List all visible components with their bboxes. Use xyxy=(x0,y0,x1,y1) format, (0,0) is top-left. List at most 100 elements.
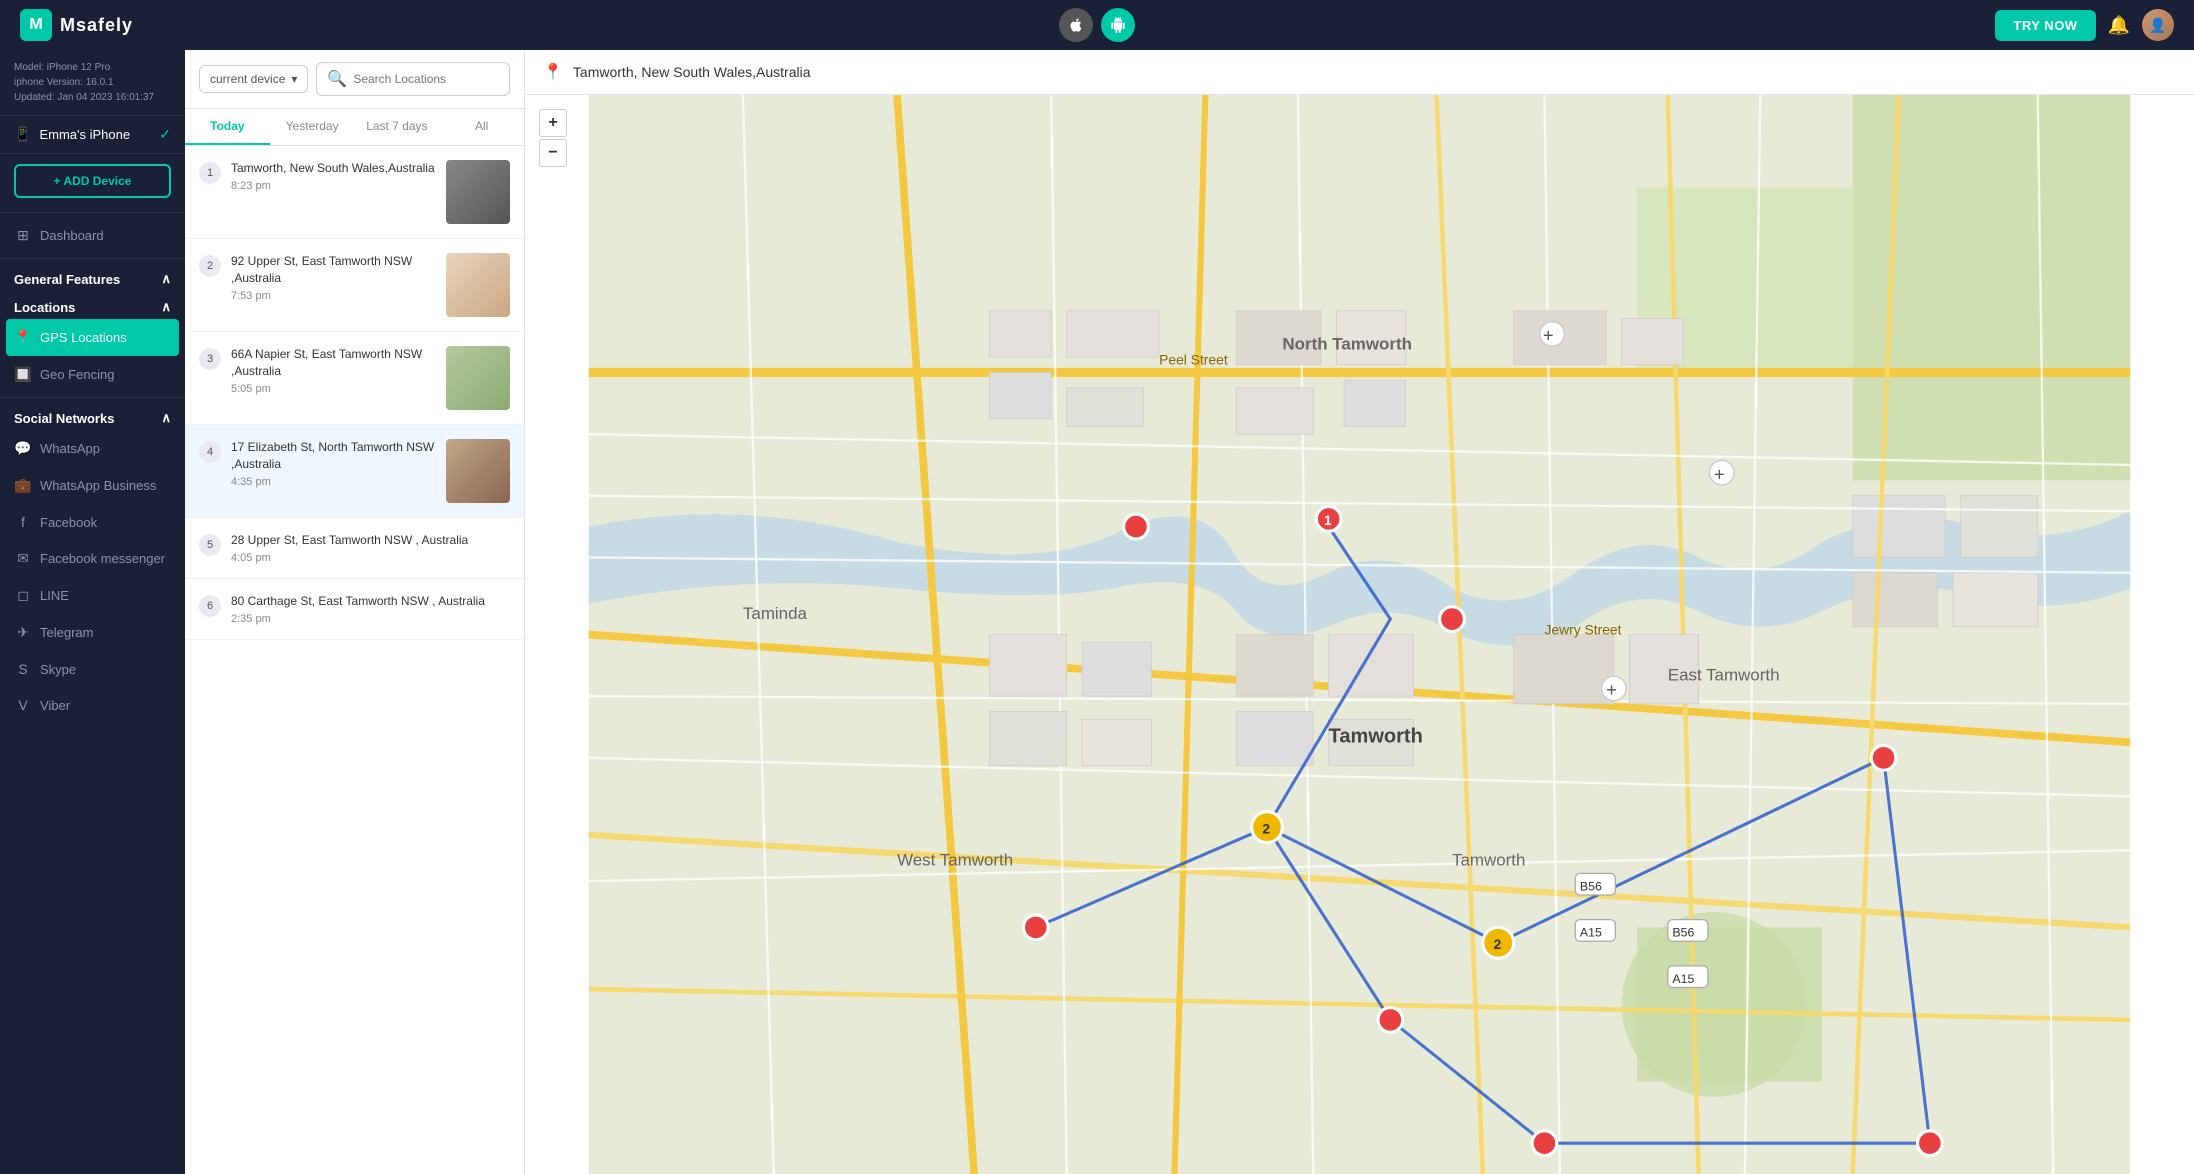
search-input-wrap[interactable]: 🔍 xyxy=(316,62,510,96)
sidebar-item-geo-fencing[interactable]: 🔲 Geo Fencing xyxy=(0,356,185,393)
svg-text:Taminda: Taminda xyxy=(743,604,808,623)
tab-all[interactable]: All xyxy=(439,109,524,145)
locations-category[interactable]: Locations ∧ xyxy=(0,291,185,319)
location-number: 6 xyxy=(199,595,221,617)
social-networks-chevron: ∧ xyxy=(161,410,171,426)
sidebar-item-viber[interactable]: V Viber xyxy=(0,687,185,723)
telegram-left: ✈ Telegram xyxy=(14,624,93,641)
navbar-right: TRY NOW 🔔 👤 xyxy=(1995,9,2174,41)
locations-label: Locations xyxy=(14,300,75,315)
android-platform-button[interactable] xyxy=(1101,8,1135,42)
location-item[interactable]: 1 Tamworth, New South Wales,Australia 8:… xyxy=(185,146,524,239)
tab-last7days[interactable]: Last 7 days xyxy=(355,109,440,145)
map-location-text: Tamworth, New South Wales,Australia xyxy=(573,64,811,80)
geo-fencing-left: 🔲 Geo Fencing xyxy=(14,366,114,383)
location-item[interactable]: 2 92 Upper St, East Tamworth NSW ,Austra… xyxy=(185,239,524,332)
location-number: 1 xyxy=(199,162,221,184)
whatsapp-business-label: WhatsApp Business xyxy=(40,478,156,493)
sidebar-item-left: ⊞ Dashboard xyxy=(14,227,104,244)
try-now-button[interactable]: TRY NOW xyxy=(1995,10,2095,41)
location-time: 5:05 pm xyxy=(231,383,436,395)
location-address: 66A Napier St, East Tamworth NSW ,Austra… xyxy=(231,346,436,380)
facebook-left: f Facebook xyxy=(14,514,97,530)
map-svg: North Tamworth Tamworth West Tamworth Ea… xyxy=(525,95,2194,1174)
ios-platform-button[interactable] xyxy=(1059,8,1093,42)
viber-label: Viber xyxy=(40,698,70,713)
divider-3 xyxy=(0,397,185,398)
location-address: 92 Upper St, East Tamworth NSW ,Australi… xyxy=(231,253,436,287)
facebook-icon: f xyxy=(14,514,32,530)
whatsapp-business-left: 💼 WhatsApp Business xyxy=(14,477,156,494)
svg-text:North Tamworth: North Tamworth xyxy=(1282,334,1412,353)
sidebar-item-whatsapp-business[interactable]: 💼 WhatsApp Business xyxy=(0,467,185,504)
sidebar-item-facebook-messenger[interactable]: ✉ Facebook messenger xyxy=(0,540,185,577)
gps-locations-left: 📍 GPS Locations xyxy=(14,329,127,346)
map-container[interactable]: North Tamworth Tamworth West Tamworth Ea… xyxy=(525,95,2194,1174)
location-list: 1 Tamworth, New South Wales,Australia 8:… xyxy=(185,146,524,1174)
whatsapp-left: 💬 WhatsApp xyxy=(14,440,100,457)
map-pin-icon: 📍 xyxy=(543,62,563,82)
sidebar-item-dashboard[interactable]: ⊞ Dashboard xyxy=(0,217,185,254)
device-version: iphone Version: 16.0.1 xyxy=(14,75,171,90)
search-icon: 🔍 xyxy=(327,69,347,89)
avatar[interactable]: 👤 xyxy=(2142,9,2174,41)
svg-text:+: + xyxy=(1606,679,1617,700)
content-area: current device ▾ 🔍 Today Yesterday Last … xyxy=(185,50,2194,1174)
general-features-label: General Features xyxy=(14,272,120,287)
location-details: 80 Carthage St, East Tamworth NSW , Aust… xyxy=(231,593,510,625)
sidebar-item-gps-locations[interactable]: 📍 GPS Locations xyxy=(6,319,179,356)
sidebar-item-skype[interactable]: S Skype xyxy=(0,651,185,687)
svg-text:Tamworth: Tamworth xyxy=(1452,851,1525,870)
sidebar-item-telegram[interactable]: ✈ Telegram xyxy=(0,614,185,651)
logo-icon: M xyxy=(20,9,52,41)
svg-text:A15: A15 xyxy=(1672,972,1694,986)
whatsapp-label: WhatsApp xyxy=(40,441,100,456)
dashboard-label: Dashboard xyxy=(40,228,104,243)
location-details: 66A Napier St, East Tamworth NSW ,Austra… xyxy=(231,346,436,395)
zoom-out-button[interactable]: − xyxy=(539,139,567,167)
location-item[interactable]: 5 28 Upper St, East Tamworth NSW , Austr… xyxy=(185,518,524,579)
svg-text:East Tamworth: East Tamworth xyxy=(1668,666,1780,685)
location-item[interactable]: 6 80 Carthage St, East Tamworth NSW , Au… xyxy=(185,579,524,640)
location-thumbnail xyxy=(446,253,510,317)
divider-1 xyxy=(0,212,185,213)
location-address: 80 Carthage St, East Tamworth NSW , Aust… xyxy=(231,593,510,610)
search-input[interactable] xyxy=(353,72,499,86)
location-number: 5 xyxy=(199,534,221,556)
device-selector[interactable]: 📱 Emma's iPhone ✓ xyxy=(0,116,185,154)
location-details: 92 Upper St, East Tamworth NSW ,Australi… xyxy=(231,253,436,302)
sidebar-item-line[interactable]: ◻ LINE xyxy=(0,577,185,614)
device-phone-icon: 📱 xyxy=(14,126,31,143)
tab-yesterday[interactable]: Yesterday xyxy=(270,109,355,145)
main-layout: Model: iPhone 12 Pro iphone Version: 16.… xyxy=(0,50,2194,1174)
navbar: M Msafely TRY NOW 🔔 👤 xyxy=(0,0,2194,50)
location-address: Tamworth, New South Wales,Australia xyxy=(231,160,436,177)
location-details: Tamworth, New South Wales,Australia 8:23… xyxy=(231,160,436,192)
tab-today[interactable]: Today xyxy=(185,109,270,145)
skype-label: Skype xyxy=(40,662,76,677)
time-tabs: Today Yesterday Last 7 days All xyxy=(185,109,524,146)
location-time: 4:35 pm xyxy=(231,476,436,488)
notification-icon[interactable]: 🔔 xyxy=(2108,15,2130,36)
location-address: 28 Upper St, East Tamworth NSW , Austral… xyxy=(231,532,510,549)
location-item[interactable]: 4 17 Elizabeth St, North Tamworth NSW ,A… xyxy=(185,425,524,518)
sidebar-item-whatsapp[interactable]: 💬 WhatsApp xyxy=(0,430,185,467)
location-number: 2 xyxy=(199,255,221,277)
zoom-in-button[interactable]: + xyxy=(539,109,567,137)
viber-icon: V xyxy=(14,697,32,713)
geo-fencing-icon: 🔲 xyxy=(14,366,32,383)
svg-text:+: + xyxy=(1543,325,1554,346)
add-device-button[interactable]: + ADD Device xyxy=(14,164,171,198)
facebook-label: Facebook xyxy=(40,515,97,530)
sidebar-item-facebook[interactable]: f Facebook xyxy=(0,504,185,540)
location-address: 17 Elizabeth St, North Tamworth NSW ,Aus… xyxy=(231,439,436,473)
avatar-image: 👤 xyxy=(2142,9,2174,41)
svg-text:Peel Street: Peel Street xyxy=(1159,352,1228,368)
general-features-category[interactable]: General Features ∧ xyxy=(0,263,185,291)
svg-text:+: + xyxy=(1714,463,1725,484)
svg-text:B56: B56 xyxy=(1672,926,1694,940)
locations-chevron: ∧ xyxy=(161,299,171,315)
device-selector-dropdown[interactable]: current device ▾ xyxy=(199,65,308,93)
location-item[interactable]: 3 66A Napier St, East Tamworth NSW ,Aust… xyxy=(185,332,524,425)
social-networks-category[interactable]: Social Networks ∧ xyxy=(0,402,185,430)
